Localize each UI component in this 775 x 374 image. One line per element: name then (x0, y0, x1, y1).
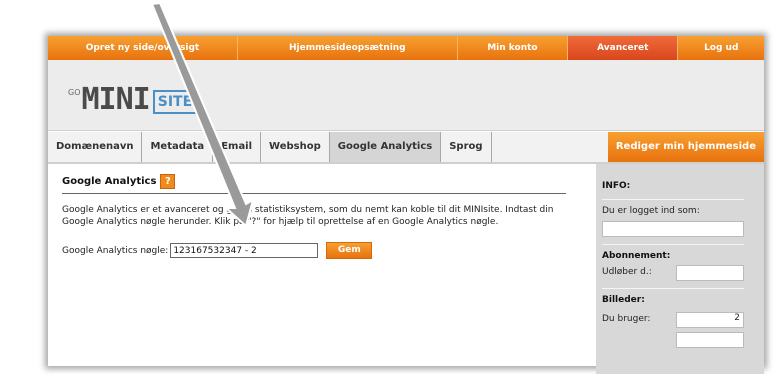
pointer-arrow-icon (150, 1, 255, 228)
arrow-shape (150, 1, 255, 228)
